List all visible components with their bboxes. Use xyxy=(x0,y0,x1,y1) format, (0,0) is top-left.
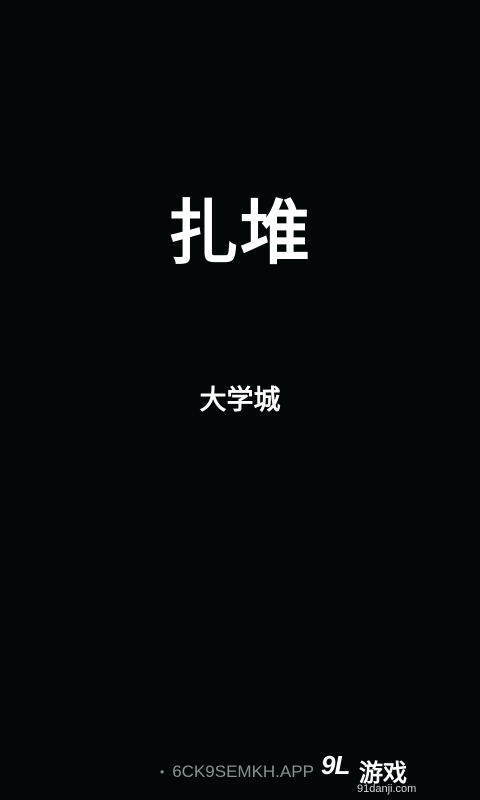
app-id-text: 6CK9SEMKH.APP xyxy=(172,762,314,781)
footer: • 6CK9SEMKH.APP 9L 游戏 91danji.com xyxy=(0,746,480,800)
watermark-logo: 9L xyxy=(321,750,350,780)
app-title: 扎堆 xyxy=(168,192,312,274)
bullet-icon: • xyxy=(160,765,165,779)
splash-screen: 扎堆 大学城 • 6CK9SEMKH.APP 9L 游戏 91danji.com xyxy=(0,0,480,800)
watermark-url: 91danji.com xyxy=(357,783,417,795)
app-subtitle: 大学城 xyxy=(199,385,281,416)
site-watermark: 9L 游戏 91danji.com xyxy=(321,750,466,796)
app-id-label: • 6CK9SEMKH.APP xyxy=(160,758,314,786)
